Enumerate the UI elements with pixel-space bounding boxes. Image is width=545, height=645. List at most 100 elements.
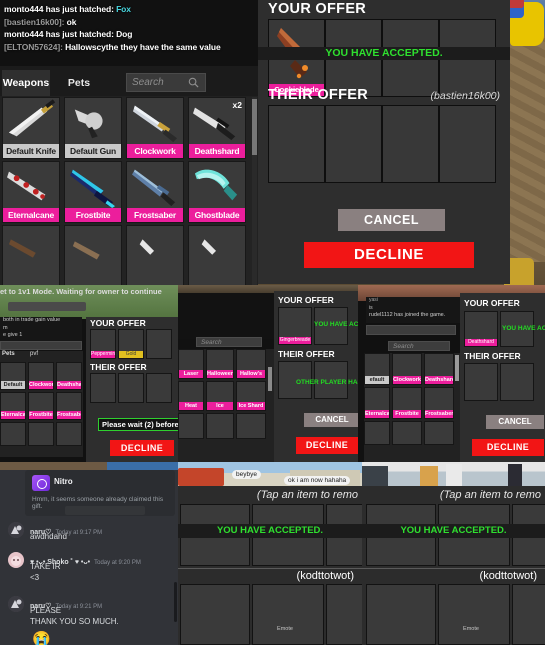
offer-slot-empty[interactable]	[439, 105, 496, 183]
mini-inventory-item[interactable]	[424, 421, 454, 445]
offer-slot-empty[interactable]	[512, 584, 545, 645]
mini-inventory-item[interactable]: Frostsaber	[56, 392, 82, 420]
inventory-scrollbar-thumb[interactable]	[455, 355, 459, 381]
offer-slot-empty[interactable]	[146, 373, 172, 403]
search-input[interactable]: Search	[126, 73, 206, 92]
offer-slot-filled[interactable]: Gingerbreade	[278, 307, 312, 345]
offer-slot-filled[interactable]: Peppermint	[90, 329, 116, 359]
mini-inventory-item[interactable]: Frostsaber	[424, 387, 454, 419]
decline-button[interactable]: DECLINE	[304, 242, 474, 268]
mini-inventory-item[interactable]: Laser	[178, 349, 204, 379]
decline-button[interactable]: DECLINE	[472, 439, 544, 456]
offer-slot-empty[interactable]	[464, 363, 498, 401]
mini-inventory-item[interactable]: Eternalcane	[364, 387, 390, 419]
partial-item-icon	[127, 226, 183, 272]
mini-inventory-item[interactable]	[28, 422, 54, 446]
inventory-item-name: Ghostblade	[189, 208, 245, 222]
offer-item-name: Peppermint	[91, 351, 115, 358]
tab-weapons[interactable]: Weapons	[2, 70, 50, 96]
mini-inventory-item[interactable]	[178, 413, 204, 439]
inventory-item[interactable]: Frostbite	[64, 161, 122, 223]
nitro-claim-button[interactable]	[65, 506, 145, 515]
offer-slot-empty[interactable]	[118, 373, 144, 403]
offer-slot-filled[interactable]: Gold	[118, 329, 144, 359]
search-input[interactable]: Search	[196, 337, 262, 347]
mini-inventory-item[interactable]	[56, 422, 82, 446]
tab-secondary[interactable]: pvf	[30, 351, 38, 357]
trade-partner-name: (bastien16k00)	[430, 90, 500, 102]
mini-inventory-item[interactable]: Ice Shard	[236, 381, 266, 411]
avatar[interactable]	[8, 596, 24, 612]
mini-inventory-item[interactable]: Clockwork	[392, 353, 422, 385]
tab-pets[interactable]: Pets	[56, 70, 102, 96]
search-input[interactable]: Search	[388, 341, 450, 351]
offer-slot-empty[interactable]	[146, 329, 172, 359]
inventory-item[interactable]: Ghostblade	[188, 161, 246, 223]
cancel-button[interactable]: CANCEL	[486, 415, 544, 429]
cancel-button[interactable]: CANCEL	[338, 209, 445, 231]
chat-line-0-item: Fox	[116, 4, 131, 14]
game-chat-log: monto444 has just hatched: Fox [bastien1…	[0, 0, 258, 66]
mini-inventory-item[interactable]: Frostbite	[392, 387, 422, 419]
mini-inventory-item[interactable]: Clockwork	[28, 362, 54, 390]
offer-slot-empty[interactable]	[325, 105, 382, 183]
divider	[362, 568, 545, 569]
gun-icon	[65, 98, 121, 144]
search-placeholder: Search	[201, 339, 222, 346]
mini-inventory-item[interactable]	[236, 413, 266, 439]
inventory-item[interactable]: Eternalcane	[2, 161, 60, 223]
inventory-item[interactable]	[188, 225, 246, 287]
mini-inventory-item[interactable]	[392, 421, 422, 445]
cancel-button[interactable]: CANCEL	[304, 413, 358, 427]
mini-inventory-item[interactable]: Halloween Moon	[206, 349, 234, 379]
emote-button[interactable]: Emote	[454, 620, 488, 638]
decline-button[interactable]: DECLINE	[296, 437, 358, 454]
mini-inventory-item[interactable]: efault Gun	[364, 353, 390, 385]
mini-inventory-item[interactable]: Hallow's Edge	[236, 349, 266, 379]
offer-slot-empty[interactable]	[268, 105, 325, 183]
inventory-item[interactable]: Clockwork	[126, 97, 184, 159]
inventory-scrollbar-thumb[interactable]	[268, 367, 272, 391]
emote-button[interactable]: Emote	[268, 620, 302, 638]
inventory-item[interactable]	[126, 225, 184, 287]
mini-inventory-item[interactable]: Ice Dragon	[206, 381, 234, 411]
inventory-item[interactable]	[64, 225, 122, 287]
offer-slot-empty[interactable]	[500, 363, 534, 401]
inventory-item[interactable]: Default Gun	[64, 97, 122, 159]
inventory-item[interactable]: x2 Deathshard	[188, 97, 246, 159]
offer-slot-empty[interactable]	[382, 105, 439, 183]
chat-bubble: ok i am now hahaha	[284, 476, 351, 485]
inventory-item[interactable]: Default Knife	[2, 97, 60, 159]
mini-inventory-item[interactable]	[364, 421, 390, 445]
mini-inventory-item[interactable]	[206, 413, 234, 439]
mini-inventory-item[interactable]	[0, 422, 26, 446]
inventory-item[interactable]: Frostsaber	[126, 161, 184, 223]
inventory-scrollbar-thumb[interactable]	[252, 99, 257, 155]
chat-input[interactable]	[0, 341, 82, 350]
offer-slot-empty[interactable]	[90, 373, 116, 403]
avatar[interactable]	[8, 522, 24, 538]
mini-inventory-item[interactable]: Default Gun	[0, 362, 26, 390]
mini-inventory-item[interactable]: Heat	[178, 381, 204, 411]
offer-slot-filled[interactable]: Deathshard	[464, 311, 498, 347]
background-object	[178, 468, 224, 486]
tap-to-remove-shot-1: beybye ok i am now hahaha (Tap an item t…	[178, 462, 362, 645]
inventory-item[interactable]	[2, 225, 60, 287]
mini-inventory-item[interactable]: Deathshard	[424, 353, 454, 385]
mini-inventory-item[interactable]: Deathshard	[56, 362, 82, 390]
avatar[interactable]	[8, 552, 24, 568]
offer-slot-empty[interactable]	[326, 584, 362, 645]
background-object	[446, 464, 462, 486]
offer-slot-empty[interactable]	[180, 584, 250, 645]
mini-inventory-item[interactable]: Frostbite	[28, 392, 54, 420]
decline-button[interactable]: DECLINE	[110, 440, 174, 456]
partial-item-icon	[189, 226, 245, 272]
mini-inventory-item[interactable]: Eternalcane	[0, 392, 26, 420]
accepted-banner: YOU HAVE ACCEPTED.	[362, 524, 545, 538]
discord-scrollbar-thumb[interactable]	[174, 582, 177, 622]
mini-item-name: efault Gun	[365, 376, 389, 384]
tab-pets[interactable]: Pets	[2, 351, 15, 357]
chat-input[interactable]	[366, 325, 456, 335]
game-screenshot-strip	[0, 462, 178, 470]
offer-slot-empty[interactable]	[366, 584, 436, 645]
